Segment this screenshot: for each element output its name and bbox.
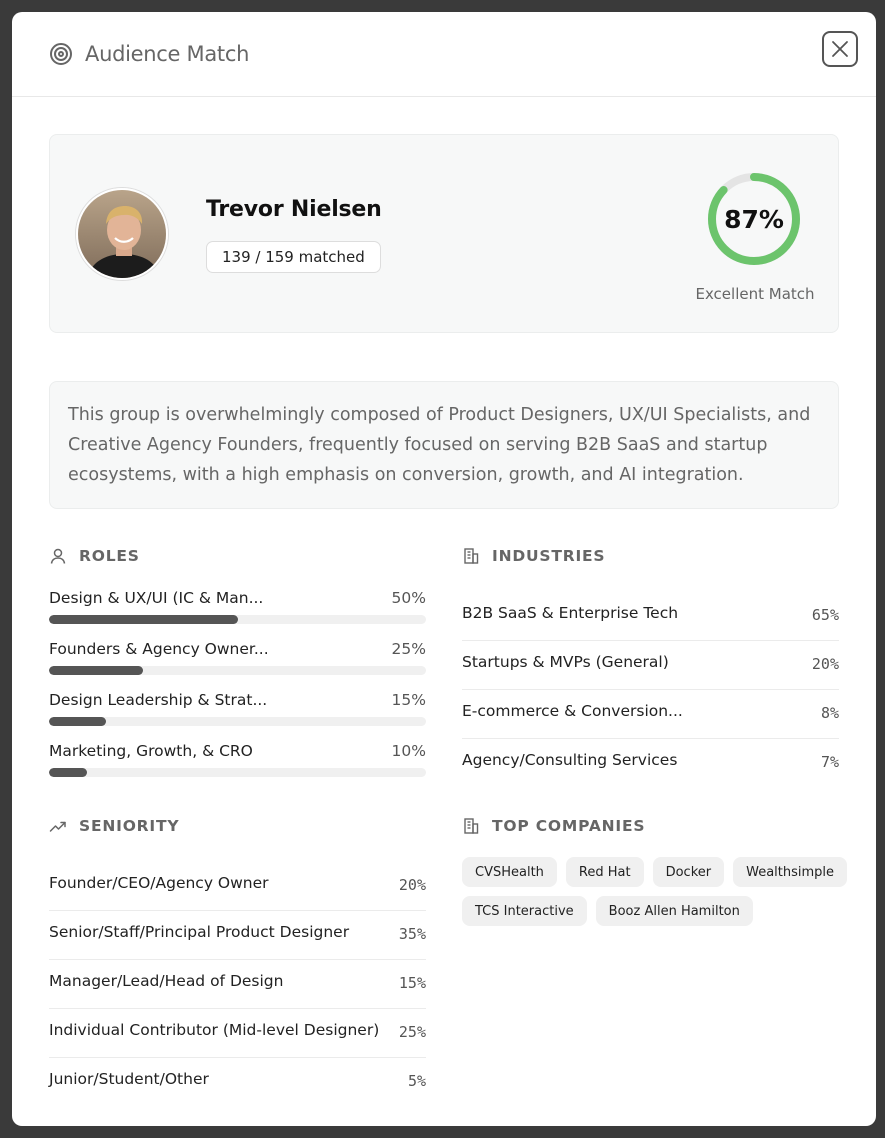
industry-row-percent: 7% xyxy=(820,753,839,771)
role-bar-fill xyxy=(49,717,106,726)
industry-row: E-commerce & Conversion... 8% xyxy=(462,690,839,739)
industry-row-label: Startups & MVPs (General) xyxy=(462,653,669,671)
role-percent: 10% xyxy=(391,742,426,760)
roles-section-title: ROLES xyxy=(49,547,140,565)
seniority-row-percent: 15% xyxy=(398,974,426,992)
close-icon xyxy=(832,41,848,57)
industry-row: Agency/Consulting Services 7% xyxy=(462,739,839,788)
role-bar-track xyxy=(49,717,426,726)
seniority-row-percent: 35% xyxy=(398,925,426,943)
audience-summary: This group is overwhelmingly composed of… xyxy=(49,381,839,509)
role-bar-track xyxy=(49,768,426,777)
seniority-row: Manager/Lead/Head of Design 15% xyxy=(49,960,426,1009)
avatar xyxy=(76,188,168,280)
companies-section-title: TOP COMPANIES xyxy=(462,817,645,835)
industry-row-percent: 65% xyxy=(811,606,839,624)
industry-row-label: B2B SaaS & Enterprise Tech xyxy=(462,604,679,622)
role-row: Design & UX/UI (IC & Man... 50% xyxy=(49,589,426,635)
industry-row: B2B SaaS & Enterprise Tech 65% xyxy=(462,592,839,641)
seniority-section-title: SENIORITY xyxy=(49,817,179,835)
role-bar-track xyxy=(49,666,426,675)
building-icon xyxy=(462,547,480,565)
role-label: Founders & Agency Owner... xyxy=(49,640,269,658)
target-icon xyxy=(49,42,73,66)
modal-title: Audience Match xyxy=(85,42,250,66)
role-percent: 50% xyxy=(391,589,426,607)
seniority-row: Senior/Staff/Principal Product Designer 3… xyxy=(49,911,426,960)
companies-chips: CVSHealth Red Hat Docker Wealthsimple TCS In… xyxy=(462,857,862,926)
seniority-row-label: Senior/Staff/Principal Product Designer xyxy=(49,923,350,941)
trending-up-icon xyxy=(49,817,67,835)
industry-row-percent: 8% xyxy=(820,704,839,722)
role-bar-fill xyxy=(49,768,87,777)
company-chip: Docker xyxy=(652,857,725,887)
role-row: Marketing, Growth, & CRO 10% xyxy=(49,742,426,788)
seniority-row-percent: 20% xyxy=(398,876,426,894)
role-percent: 15% xyxy=(391,691,426,709)
seniority-row-label: Individual Contributor (Mid-level Design… xyxy=(49,1021,380,1039)
company-chip: Booz Allen Hamilton xyxy=(595,896,753,926)
industries-section-title: INDUSTRIES xyxy=(462,547,605,565)
seniority-row: Junior/Student/Other 5% xyxy=(49,1058,426,1107)
profile-card: Trevor Nielsen 139 / 159 matched 87% Exc… xyxy=(49,134,839,333)
industry-row-label: E-commerce & Conversion... xyxy=(462,702,683,720)
match-score-value: 87% xyxy=(724,204,784,234)
seniority-row: Founder/CEO/Agency Owner 20% xyxy=(49,862,426,911)
role-bar-fill xyxy=(49,666,144,675)
seniority-row-percent: 25% xyxy=(398,1023,426,1041)
role-bar-track xyxy=(49,615,426,624)
role-label: Design & UX/UI (IC & Man... xyxy=(49,589,264,607)
modal-header: Audience Match xyxy=(12,12,876,97)
industry-row-label: Agency/Consulting Services xyxy=(462,751,678,769)
company-chip: Wealthsimple xyxy=(733,857,848,887)
seniority-row-label: Junior/Student/Other xyxy=(49,1070,209,1088)
building-icon xyxy=(462,817,480,835)
role-row: Design Leadership & Strat... 15% xyxy=(49,691,426,737)
industry-row: Startups & MVPs (General) 20% xyxy=(462,641,839,690)
person-name: Trevor Nielsen xyxy=(206,197,382,222)
seniority-row-percent: 5% xyxy=(407,1072,426,1090)
role-row: Founders & Agency Owner... 25% xyxy=(49,640,426,686)
seniority-row-label: Founder/CEO/Agency Owner xyxy=(49,874,269,892)
seniority-row-label: Manager/Lead/Head of Design xyxy=(49,972,284,990)
role-label: Marketing, Growth, & CRO xyxy=(49,742,253,760)
matched-count-badge: 139 / 159 matched xyxy=(206,241,381,273)
match-score-label: Excellent Match xyxy=(695,285,815,303)
industry-row-percent: 20% xyxy=(811,655,839,673)
company-chip: TCS Interactive xyxy=(462,896,587,926)
company-chip: CVSHealth xyxy=(462,857,557,887)
role-label: Design Leadership & Strat... xyxy=(49,691,268,709)
audience-match-modal: Audience Match Trevor Nielsen 139 / 159 … xyxy=(12,12,876,1126)
seniority-row: Individual Contributor (Mid-level Design… xyxy=(49,1009,426,1058)
role-percent: 25% xyxy=(391,640,426,658)
company-chip: Red Hat xyxy=(565,857,644,887)
close-button[interactable] xyxy=(822,31,858,67)
user-icon xyxy=(49,547,67,565)
role-bar-fill xyxy=(49,615,238,624)
